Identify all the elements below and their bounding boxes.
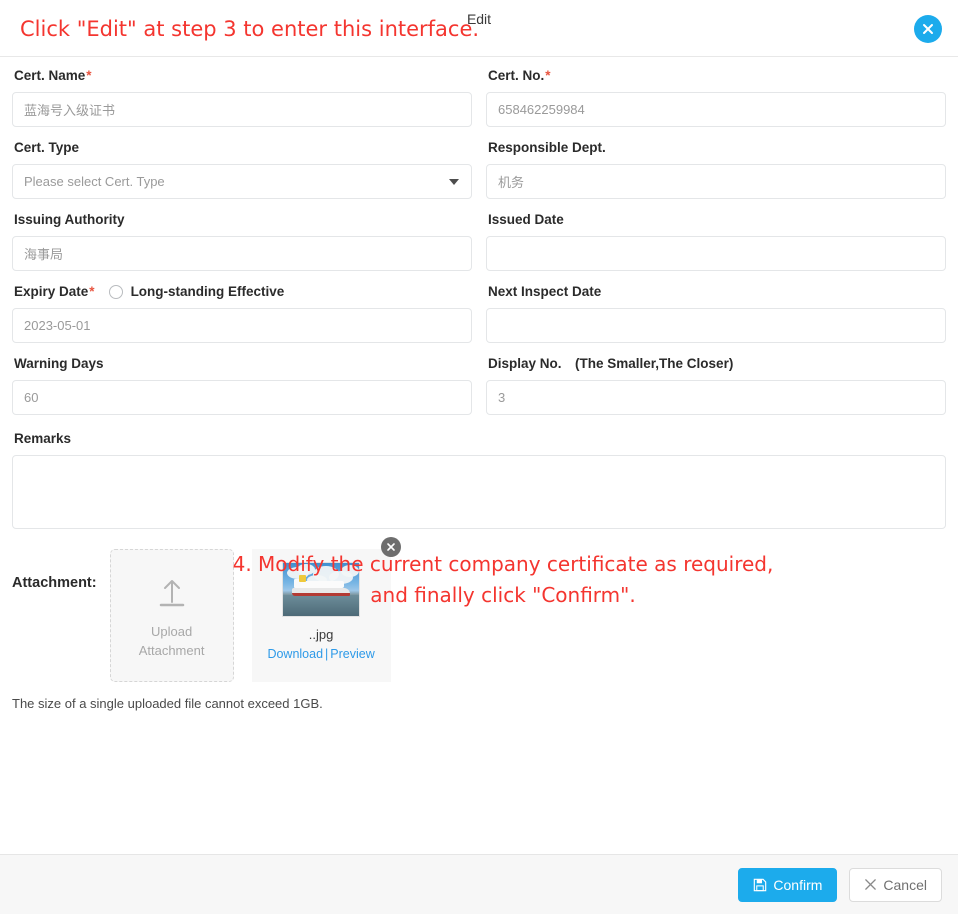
warning-days-input[interactable]: 60 <box>12 380 472 415</box>
label-cert-name-text: Cert. Name <box>14 68 86 83</box>
expiry-date-input[interactable]: 2023-05-01 <box>12 308 472 343</box>
confirm-button-label: Confirm <box>773 876 823 893</box>
close-dialog-button[interactable] <box>914 15 942 43</box>
upload-attachment-text: Upload Attachment <box>139 622 205 660</box>
field-cert-no: Cert. No. * 658462259984 <box>486 67 946 127</box>
save-floppy-icon <box>754 878 767 891</box>
next-inspect-date-input[interactable] <box>486 308 946 343</box>
issued-date-input[interactable] <box>486 236 946 271</box>
label-cert-type: Cert. Type <box>14 140 80 155</box>
attachment-section: Attachment: Upload Attachment ..jpg Down… <box>12 537 946 682</box>
label-warning-days: Warning Days <box>14 356 104 371</box>
radio-circle-icon[interactable] <box>108 285 123 299</box>
remarks-textarea[interactable] <box>12 455 946 529</box>
upload-size-hint: The size of a single uploaded file canno… <box>12 696 323 711</box>
label-responsible-dept: Responsible Dept. <box>488 140 606 155</box>
label-cert-no-text: Cert. No. <box>488 68 545 83</box>
upload-arrow-icon <box>159 579 184 606</box>
preview-link[interactable]: Preview <box>330 647 374 661</box>
upload-text-line1: Upload <box>150 623 193 639</box>
label-issued-date: Issued Date <box>488 212 564 227</box>
field-expiry-date: Expiry Date * Long-standing Effective 202… <box>12 283 472 343</box>
cancel-button-label: Cancel <box>883 876 927 893</box>
field-responsible-dept: Responsible Dept. 机务 <box>486 139 946 199</box>
label-issuing-authority: Issuing Authority <box>14 212 125 227</box>
attachment-file-name: ..jpg <box>308 627 334 642</box>
upload-text-line2: Attachment <box>138 642 205 658</box>
label-display-no: Display No. (The Smaller,The Closer) <box>488 356 734 371</box>
long-standing-effective-radio[interactable]: Long-standing Effective <box>108 283 285 301</box>
field-display-no: Display No. (The Smaller,The Closer) 3 <box>486 355 946 415</box>
delete-circle-icon <box>386 543 395 551</box>
cert-type-select[interactable]: Please select Cert. Type <box>12 164 472 199</box>
label-expiry-date: Expiry Date * Long-standing Effective <box>14 283 472 301</box>
attachment-file-links: Download | Preview <box>267 647 374 661</box>
field-issued-date: Issued Date <box>486 211 946 271</box>
confirm-button[interactable]: Confirm <box>738 867 838 902</box>
label-expiry-date-text: Expiry Date <box>14 284 89 299</box>
certificate-form: Cert. Name * 蓝海号入级证书 Cert. No. * 658462259… <box>12 67 946 427</box>
field-cert-type: Cert. Type Please select Cert. Type <box>12 139 472 199</box>
label-cert-no: Cert. No. * <box>488 67 946 85</box>
field-issuing-authority: Issuing Authority 海事局 <box>12 211 472 271</box>
download-link[interactable]: Download <box>267 647 323 661</box>
cert-name-input[interactable]: 蓝海号入级证书 <box>12 92 472 127</box>
label-cert-name: Cert. Name * <box>14 67 472 85</box>
edit-certificate-dialog: Edit Click "Edit" at step 3 to enter thi… <box>0 0 958 914</box>
upload-attachment-button[interactable]: Upload Attachment <box>109 549 234 682</box>
close-icon <box>923 24 933 34</box>
display-no-input[interactable]: 3 <box>486 380 946 415</box>
field-cert-name: Cert. Name * 蓝海号入级证书 <box>12 67 472 127</box>
delete-attachment-button[interactable] <box>380 537 401 557</box>
long-standing-effective-label: Long-standing Effective <box>130 284 285 299</box>
dialog-body: Cert. Name * 蓝海号入级证书 Cert. No. * 658462259… <box>0 57 958 854</box>
attachment-label: Attachment: <box>12 575 97 591</box>
link-separator: | <box>325 647 329 661</box>
field-remarks: Remarks <box>12 430 946 529</box>
label-next-inspect-date: Next Inspect Date <box>488 284 602 299</box>
field-warning-days: Warning Days 60 <box>12 355 472 415</box>
close-x-icon <box>865 879 877 890</box>
dialog-title: Edit <box>466 11 492 27</box>
required-asterisk: * <box>86 68 92 83</box>
label-remarks: Remarks <box>14 431 72 446</box>
required-asterisk: * <box>545 68 551 83</box>
dialog-footer: Confirm Cancel <box>0 854 958 914</box>
chevron-down-icon <box>449 178 459 185</box>
cert-no-input[interactable]: 658462259984 <box>486 92 946 127</box>
cancel-button[interactable]: Cancel <box>849 867 942 902</box>
cert-type-selected-value: Please select Cert. Type <box>24 174 165 189</box>
attachment-thumbnail[interactable] <box>282 562 361 617</box>
required-asterisk: * <box>89 284 95 299</box>
issuing-authority-input[interactable]: 海事局 <box>12 236 472 271</box>
dialog-header: Edit Click "Edit" at step 3 to enter thi… <box>0 0 958 57</box>
attachment-file-card: ..jpg Download | Preview <box>251 537 401 682</box>
field-next-inspect-date: Next Inspect Date <box>486 283 946 343</box>
responsible-dept-input[interactable]: 机务 <box>486 164 946 199</box>
